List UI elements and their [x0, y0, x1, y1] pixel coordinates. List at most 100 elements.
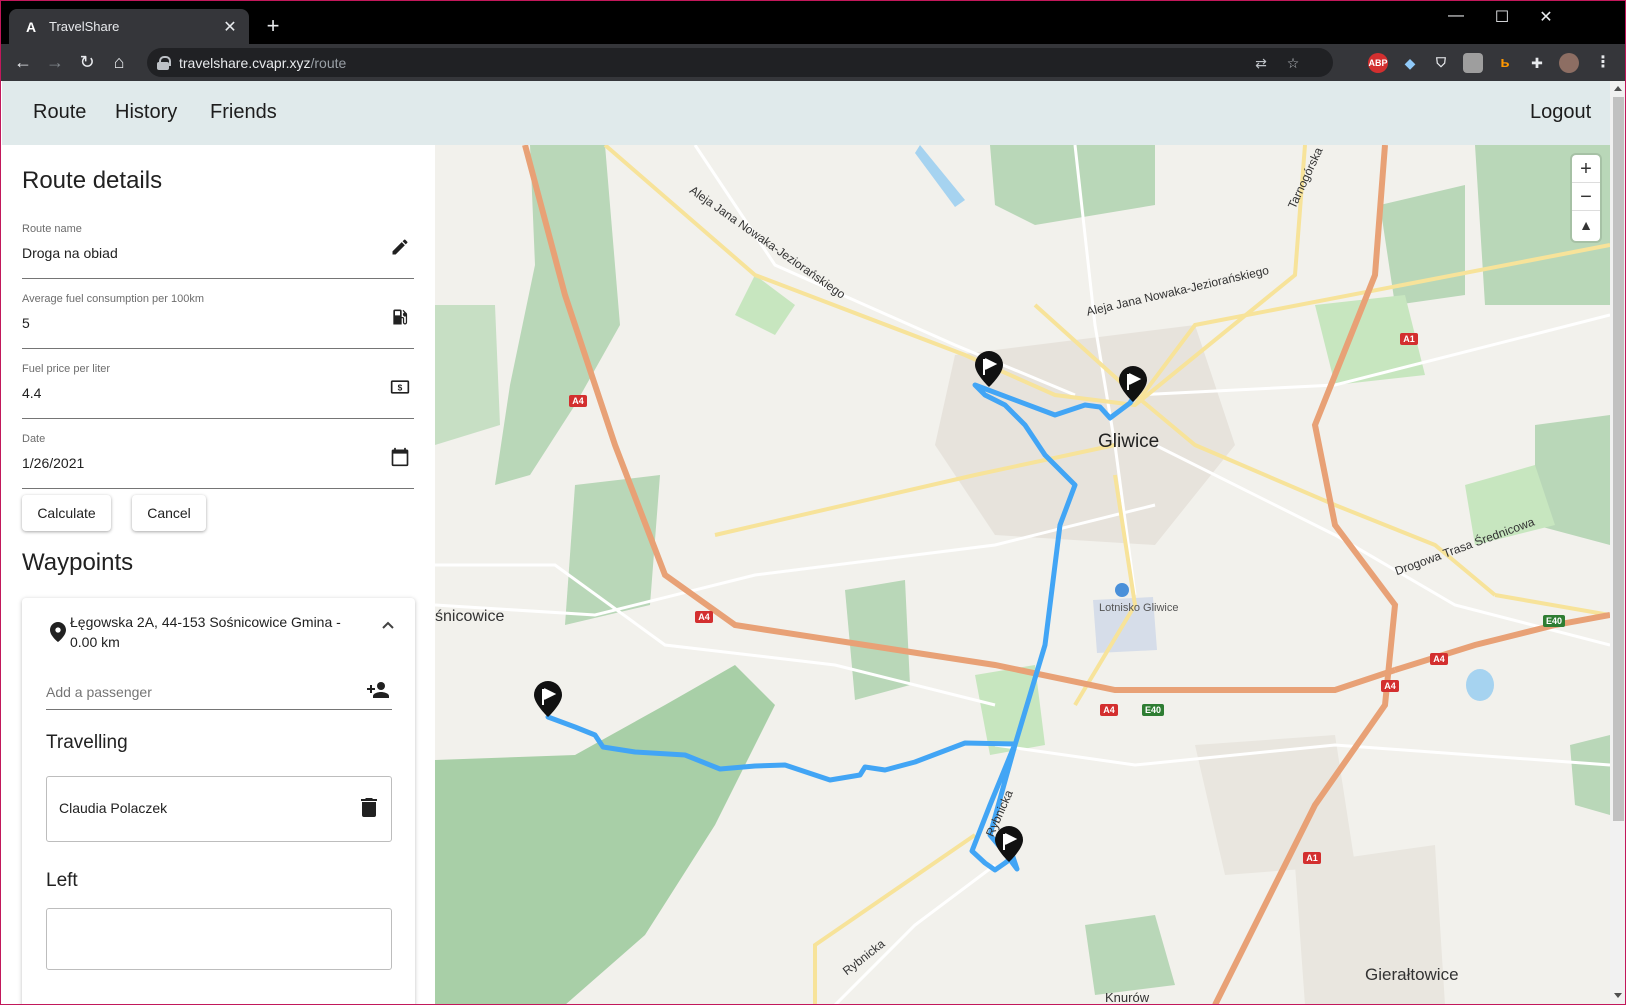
fuel-consumption-label: Average fuel consumption per 100km [22, 293, 205, 305]
forest-area [990, 145, 1155, 225]
translate-icon[interactable]: ⇄ [1251, 53, 1271, 73]
home-icon[interactable]: ⌂ [107, 50, 131, 74]
waypoints-title: Waypoints [22, 549, 134, 576]
tab-title: TravelShare [49, 19, 120, 34]
passenger-item: Claudia Polaczek [46, 776, 392, 842]
date-value[interactable]: 1/26/2021 [22, 455, 84, 471]
minimize-icon[interactable]: — [1441, 7, 1471, 25]
travelling-title: Travelling [46, 732, 128, 753]
svg-text:A4: A4 [1433, 654, 1445, 664]
profile-avatar[interactable] [1559, 53, 1579, 73]
map-canvas[interactable]: A4 A4 A4 E40 A1 E40 A4 A4 A1 [435, 145, 1610, 1005]
map-label-airport: Lotnisko Gliwice [1099, 602, 1179, 614]
fuel-price-value[interactable]: 4.4 [22, 385, 41, 401]
left-title: Left [46, 870, 78, 891]
route-name-value[interactable]: Droga na obiad [22, 245, 118, 261]
map-label-sosnicowice: śnicowice [435, 608, 505, 625]
forest-area [435, 305, 500, 445]
tab-bar: A TravelShare ✕ + — ☐ ✕ [1, 1, 1625, 44]
menu-dots-icon[interactable]: ⋮ [1593, 53, 1613, 73]
svg-text:A1: A1 [1403, 334, 1415, 344]
svg-text:A1: A1 [1306, 853, 1318, 863]
money-icon: $ [390, 380, 410, 394]
left-passengers-box [46, 908, 392, 970]
scroll-thumb[interactable] [1613, 97, 1624, 821]
extensions-puzzle-icon[interactable]: ✚ [1527, 53, 1547, 73]
park-area [735, 275, 795, 335]
fuel-price-label: Fuel price per liter [22, 363, 111, 375]
edit-pencil-icon[interactable] [390, 237, 410, 257]
url-path: /route [310, 54, 347, 71]
back-icon[interactable]: ← [11, 50, 35, 74]
page-scrollbar[interactable] [1610, 81, 1625, 1004]
forest-area [1085, 915, 1175, 995]
waypoint-card: Łęgowska 2A, 44-153 Sośnicowice Gmina - … [22, 598, 415, 1004]
reload-icon[interactable]: ↻ [75, 50, 99, 74]
browser-tab[interactable]: A TravelShare ✕ [9, 9, 249, 44]
compass-icon[interactable]: ▲ [1572, 211, 1600, 239]
map-zoom-controls: + − ▲ [1572, 155, 1600, 241]
calendar-icon[interactable] [390, 447, 410, 467]
add-passenger-placeholder: Add a passenger [46, 684, 152, 700]
water-area [1466, 669, 1494, 701]
scroll-down-icon[interactable] [1614, 993, 1622, 998]
nav-logout-link[interactable]: Logout [1530, 101, 1591, 124]
nav-history-link[interactable]: History [115, 101, 177, 124]
waypoint-flag-icon[interactable] [534, 681, 562, 717]
calculate-button[interactable]: Calculate [22, 495, 111, 531]
route-map[interactable]: A4 A4 A4 E40 A1 E40 A4 A4 A1 Gliwice Lot… [435, 145, 1610, 1005]
svg-text:E40: E40 [1546, 616, 1562, 626]
map-label-knurow: Knurów [1105, 990, 1150, 1005]
nav-friends-link[interactable]: Friends [210, 101, 277, 124]
waypoint-address: Łęgowska 2A, 44-153 Sośnicowice Gmina - … [70, 614, 341, 650]
tab-close-icon[interactable]: ✕ [221, 17, 239, 37]
location-pin-icon [50, 622, 66, 642]
add-person-icon[interactable] [366, 678, 390, 702]
cancel-button[interactable]: Cancel [132, 495, 206, 531]
map-label-gieraltowice: Gierałtowice [1365, 965, 1459, 984]
app-favicon-icon: A [25, 18, 37, 35]
route-name-label: Route name [22, 223, 82, 235]
bookmark-star-icon[interactable]: ☆ [1283, 53, 1303, 73]
svg-text:A4: A4 [572, 396, 584, 406]
nav-route-link[interactable]: Route [33, 101, 86, 124]
app-navbar: Route History Friends Logout [2, 81, 1610, 145]
zoom-out-icon[interactable]: − [1572, 183, 1600, 211]
date-label: Date [22, 433, 46, 445]
map-label-gliwice: Gliwice [1098, 431, 1160, 452]
url-host: travelshare.cvapr.xyz [179, 54, 311, 71]
fuel-consumption-value[interactable]: 5 [22, 315, 30, 331]
maximize-icon[interactable]: ☐ [1487, 7, 1517, 27]
close-window-icon[interactable]: ✕ [1531, 7, 1561, 27]
route-name-field[interactable]: Route name Droga na obiad [22, 223, 414, 279]
adblock-icon[interactable]: ABP [1368, 53, 1388, 73]
route-details-title: Route details [22, 167, 163, 194]
chevron-up-icon[interactable] [381, 618, 395, 632]
scroll-up-icon[interactable] [1614, 86, 1622, 91]
new-tab-icon[interactable]: + [261, 13, 285, 39]
diamond-extension-icon[interactable]: ◆ [1400, 53, 1420, 73]
extension-k-icon[interactable] [1463, 53, 1483, 73]
add-passenger-input[interactable]: Add a passenger [46, 676, 392, 710]
svg-text:$: $ [398, 382, 403, 392]
svg-text:A4: A4 [1384, 681, 1396, 691]
date-field[interactable]: Date 1/26/2021 [22, 433, 414, 489]
gas-station-icon [393, 309, 408, 325]
forward-icon[interactable]: → [43, 50, 67, 74]
forest-area [1570, 735, 1610, 815]
delete-trash-icon[interactable] [361, 797, 377, 817]
lock-icon [157, 55, 171, 70]
address-bar[interactable]: travelshare.cvapr.xyz/route ⇄ ☆ [147, 48, 1333, 77]
browser-window: A TravelShare ✕ + — ☐ ✕ ← → ↻ ⌂ travelsh… [0, 0, 1626, 1005]
forest-area [435, 665, 775, 1004]
zoom-in-icon[interactable]: + [1572, 155, 1600, 183]
svg-text:A4: A4 [698, 612, 710, 622]
fuel-price-field[interactable]: Fuel price per liter 4.4 $ [22, 363, 414, 419]
pocket-icon[interactable]: ⛉ [1431, 53, 1451, 73]
fuel-consumption-field[interactable]: Average fuel consumption per 100km 5 [22, 293, 414, 349]
svg-text:E40: E40 [1145, 705, 1161, 715]
waypoint-flag-icon[interactable] [995, 826, 1023, 862]
airport-icon [1115, 583, 1129, 597]
svg-text:A4: A4 [1103, 705, 1115, 715]
extension-b-icon[interactable]: ь [1495, 53, 1515, 73]
